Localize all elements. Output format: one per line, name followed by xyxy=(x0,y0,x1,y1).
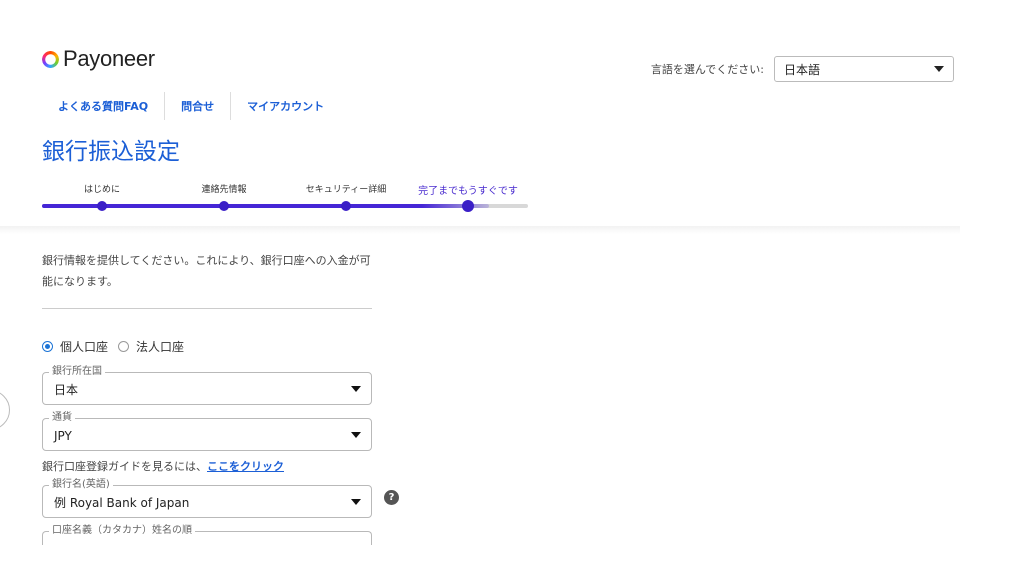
bank-name-value: 例 Royal Bank of Japan xyxy=(54,496,190,510)
language-dropdown[interactable]: 日本語 xyxy=(774,56,954,82)
progress-stepper: はじめに 連絡先情報 セキュリティー詳細 完了までもうすぐです xyxy=(42,180,532,220)
bank-guide-text: 銀行口座登録ガイドを見るには、ここをクリック xyxy=(42,458,284,474)
bank-country-value: 日本 xyxy=(54,383,79,397)
bank-country-label: 銀行所在国 xyxy=(49,365,105,379)
language-selected-value: 日本語 xyxy=(784,62,821,77)
nav-faq-link[interactable]: よくある質問FAQ xyxy=(42,92,166,120)
section-divider xyxy=(42,308,372,309)
side-scroll-handle[interactable] xyxy=(0,390,10,430)
account-type-radio-group: 個人口座 法人口座 xyxy=(42,338,194,355)
language-label: 言語を選んでください: xyxy=(650,63,764,76)
brand-name: Payoneer xyxy=(63,46,155,71)
radio-checked-icon[interactable] xyxy=(42,341,53,352)
bank-name-label: 銀行名(英語) xyxy=(49,478,113,492)
top-navigation: よくある質問FAQ 問合せ マイアカウント xyxy=(42,92,340,120)
account-holder-input[interactable]: 口座名義（カタカナ）姓名の順 xyxy=(42,524,372,545)
step-dot-1 xyxy=(97,201,107,211)
page-title: 銀行振込設定 xyxy=(42,139,180,165)
caret-down-icon xyxy=(351,385,361,392)
account-holder-label: 口座名義（カタカナ）姓名の順 xyxy=(49,524,195,538)
currency-select[interactable]: 通貨 JPY xyxy=(42,411,372,451)
radio-unchecked-icon[interactable] xyxy=(118,341,130,352)
step-dot-3 xyxy=(341,201,351,211)
caret-down-icon xyxy=(351,498,361,505)
intro-text: 銀行情報を提供してください。これにより、銀行口座への入金が可能になります。 xyxy=(42,254,371,288)
radio-personal-account[interactable]: 個人口座 xyxy=(42,338,108,355)
radio-personal-label: 個人口座 xyxy=(60,340,109,354)
radio-business-account[interactable]: 法人口座 xyxy=(118,338,184,355)
nav-my-account-link[interactable]: マイアカウント xyxy=(231,92,340,120)
bank-country-select[interactable]: 銀行所在国 日本 xyxy=(42,365,372,405)
caret-down-icon xyxy=(351,431,361,438)
radio-business-label: 法人口座 xyxy=(136,340,185,354)
step-label-start: はじめに xyxy=(83,185,121,195)
step-dot-2 xyxy=(219,201,229,211)
step-dot-4-current xyxy=(462,200,474,212)
caret-down-icon xyxy=(934,66,944,72)
progress-fill xyxy=(42,204,490,208)
progress-track xyxy=(42,200,528,212)
payoneer-logo[interactable]: Payoneer xyxy=(42,46,155,72)
language-selector: 言語を選んでください: 日本語 xyxy=(651,56,954,82)
header-divider-shadow xyxy=(0,226,960,234)
currency-label: 通貨 xyxy=(49,411,75,425)
payoneer-ring-icon xyxy=(42,50,59,68)
nav-contact-link[interactable]: 問合せ xyxy=(165,92,232,120)
help-icon[interactable]: ? xyxy=(384,490,399,505)
guide-link[interactable]: ここをクリック xyxy=(207,460,284,473)
step-label-security: セキュリティー詳細 xyxy=(305,185,387,195)
step-label-almost-done: 完了までもうすぐです xyxy=(418,186,518,197)
currency-value: JPY xyxy=(54,428,72,443)
step-label-contact: 連絡先情報 xyxy=(201,185,247,195)
guide-text: 銀行口座登録ガイドを見るには、 xyxy=(42,460,207,473)
bank-name-select[interactable]: 銀行名(英語) 例 Royal Bank of Japan xyxy=(42,478,372,518)
